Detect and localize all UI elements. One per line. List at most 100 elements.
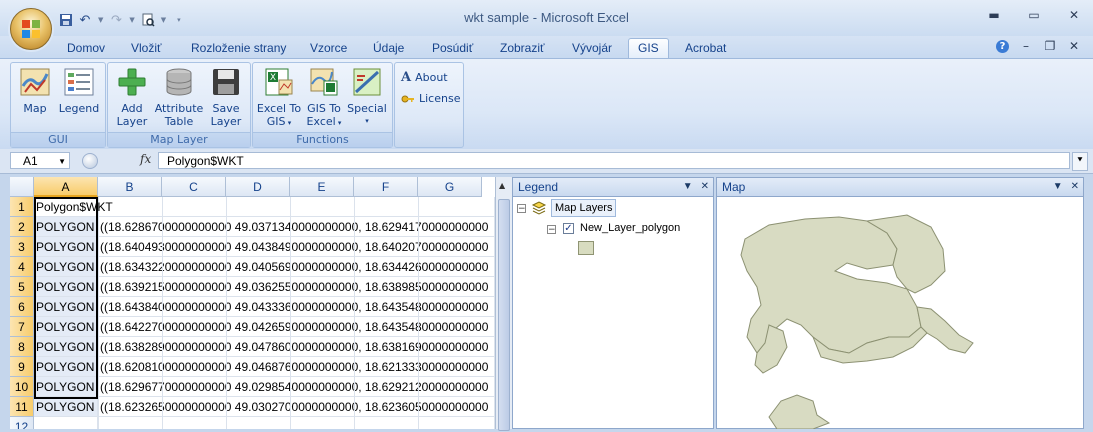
row-header[interactable]: 5 xyxy=(10,277,34,297)
column-header-f[interactable]: F xyxy=(354,177,418,197)
excel-to-gis-button[interactable]: X Excel To GIS ▾ xyxy=(256,66,302,130)
column-header-c[interactable]: C xyxy=(162,177,226,197)
row-header[interactable]: 11 xyxy=(10,397,34,417)
scrollbar-thumb[interactable] xyxy=(498,199,510,431)
select-all-corner[interactable] xyxy=(10,177,34,197)
tab-posudit[interactable]: Posúdiť xyxy=(423,39,482,58)
tab-zobrazit[interactable]: Zobraziť xyxy=(491,39,554,58)
table-cell-a[interactable]: Polygon$WKT xyxy=(34,197,113,217)
table-cell-a[interactable]: POLYGON xyxy=(34,277,98,297)
table-cell-b[interactable]: ((18.6343220000000000 49.040569000000000… xyxy=(98,257,495,277)
column-header-b[interactable]: B xyxy=(98,177,162,197)
table-cell-b[interactable]: ((18.6286700000000000 49.037134000000000… xyxy=(98,217,495,237)
legend-button-label: Legend xyxy=(58,102,100,115)
pane-menu-icon[interactable]: ▼ xyxy=(1053,178,1063,196)
tab-vyvojar[interactable]: Vývojár xyxy=(563,39,621,58)
license-button[interactable]: License xyxy=(401,92,460,105)
row-header[interactable]: 8 xyxy=(10,337,34,357)
column-header-e[interactable]: E xyxy=(290,177,354,197)
table-cell-a[interactable]: POLYGON xyxy=(34,217,98,237)
expand-formula-bar-icon[interactable]: ⯆ xyxy=(1072,152,1088,171)
table-cell-b[interactable]: ((18.6296770000000000 49.029854000000000… xyxy=(98,377,495,397)
table-cell-a[interactable]: POLYGON xyxy=(34,397,98,417)
add-layer-button[interactable]: Add Layer xyxy=(112,66,152,128)
doc-close-icon[interactable]: ✕ xyxy=(1067,39,1081,53)
attribute-table-button[interactable]: Attribute Table xyxy=(153,66,205,128)
name-box[interactable]: A1 ▼ xyxy=(10,152,70,169)
vertical-scrollbar[interactable]: ▲ xyxy=(495,177,512,431)
map-layers-node[interactable]: Map Layers xyxy=(551,199,617,217)
row-header[interactable]: 2 xyxy=(10,217,34,237)
layer-name[interactable]: New_Layer_polygon xyxy=(580,222,680,234)
table-cell-b[interactable]: ((18.6208100000000000 49.046876000000000… xyxy=(98,357,495,377)
row-header[interactable]: 10 xyxy=(10,377,34,397)
tab-vzorce[interactable]: Vzorce xyxy=(301,39,356,58)
tab-gis[interactable]: GIS xyxy=(628,38,669,59)
chevron-down-icon[interactable]: ▼ xyxy=(58,153,66,170)
worksheet-grid[interactable]: ABCDEFG 1 Polygon$WKT 2 POLYGON ((18.6286700… xyxy=(10,177,495,429)
table-cell-b[interactable] xyxy=(98,197,495,217)
map-canvas[interactable] xyxy=(717,197,1083,430)
row-header[interactable]: 6 xyxy=(10,297,34,317)
table-cell-a[interactable]: POLYGON xyxy=(34,357,98,377)
formula-controls: fx xyxy=(82,152,154,169)
attribute-table-label-2: Table xyxy=(164,115,194,128)
table-cell-b[interactable] xyxy=(98,417,495,429)
table-cell-a[interactable]: POLYGON xyxy=(34,297,98,317)
tab-vlozit[interactable]: Vložiť xyxy=(122,39,171,58)
table-cell-b[interactable]: ((18.6392150000000000 49.036255000000000… xyxy=(98,277,495,297)
maximize-icon[interactable]: ▭ xyxy=(1027,8,1041,22)
table-cell-b[interactable]: ((18.6404930000000000 49.043849000000000… xyxy=(98,237,495,257)
tab-udaje[interactable]: Údaje xyxy=(364,39,413,58)
ribbon-group-gui: Map Legend GUI xyxy=(10,62,106,148)
scroll-up-icon[interactable]: ▲ xyxy=(499,181,505,190)
pane-close-icon[interactable]: ✕ xyxy=(701,178,709,196)
doc-minimize-icon[interactable]: – xyxy=(1019,39,1033,53)
table-cell-b[interactable]: ((18.6422700000000000 49.042659000000000… xyxy=(98,317,495,337)
special-button[interactable]: Special ▾ xyxy=(346,66,388,128)
table-cell-b[interactable]: ((18.6232650000000000 49.030270000000000… xyxy=(98,397,495,417)
table-cell-a[interactable]: POLYGON xyxy=(34,257,98,277)
pane-close-icon[interactable]: ✕ xyxy=(1071,178,1079,196)
office-button[interactable] xyxy=(10,8,52,50)
row-header[interactable]: 1 xyxy=(10,197,34,217)
map-polygon xyxy=(768,394,831,430)
layer-visibility-checkbox[interactable]: ✓ xyxy=(563,223,574,234)
tab-domov[interactable]: Domov xyxy=(58,39,114,58)
table-cell-a[interactable]: POLYGON xyxy=(34,317,98,337)
column-header-d[interactable]: D xyxy=(226,177,290,197)
table-cell-b[interactable]: ((18.6438400000000000 49.043336000000000… xyxy=(98,297,495,317)
legend-pane-header: Legend ▼ ✕ xyxy=(513,178,713,197)
insert-function-icon[interactable]: fx xyxy=(140,152,151,166)
row-header[interactable]: 7 xyxy=(10,317,34,337)
column-header-a[interactable]: A xyxy=(34,177,98,197)
gis-to-excel-button[interactable]: GIS To Excel ▾ xyxy=(303,66,345,130)
pane-menu-icon[interactable]: ▼ xyxy=(683,178,693,196)
collapse-icon[interactable]: − xyxy=(547,225,556,235)
row-header[interactable]: 3 xyxy=(10,237,34,257)
table-cell-a[interactable]: POLYGON xyxy=(34,237,98,257)
close-icon[interactable]: ✕ xyxy=(1067,8,1081,22)
row-header[interactable]: 9 xyxy=(10,357,34,377)
table-cell-a[interactable]: POLYGON xyxy=(34,337,98,357)
formula-input[interactable]: Polygon$WKT xyxy=(158,152,1070,169)
legend-button[interactable]: Legend xyxy=(57,66,101,115)
table-cell-b[interactable]: ((18.6382890000000000 49.047860000000000… xyxy=(98,337,495,357)
about-button[interactable]: A About xyxy=(401,70,448,85)
help-icon[interactable]: ? xyxy=(996,39,1009,53)
doc-restore-icon[interactable]: ❐ xyxy=(1043,39,1057,53)
minimize-icon[interactable]: ▬ xyxy=(987,8,1001,22)
formula-bar-resize-icon[interactable] xyxy=(82,153,98,169)
about-icon: A xyxy=(401,70,412,85)
table-cell-a[interactable]: POLYGON xyxy=(34,377,98,397)
tab-rozlozenie-strany[interactable]: Rozloženie strany xyxy=(182,39,295,58)
special-icon xyxy=(353,68,381,96)
save-layer-button[interactable]: Save Layer xyxy=(206,66,246,128)
row-header[interactable]: 4 xyxy=(10,257,34,277)
collapse-icon[interactable]: − xyxy=(517,204,526,214)
tab-acrobat[interactable]: Acrobat xyxy=(676,39,735,58)
table-cell-a[interactable] xyxy=(34,417,98,429)
map-button[interactable]: Map xyxy=(17,66,53,115)
row-header[interactable]: 12 xyxy=(10,417,34,429)
column-header-g[interactable]: G xyxy=(418,177,482,197)
